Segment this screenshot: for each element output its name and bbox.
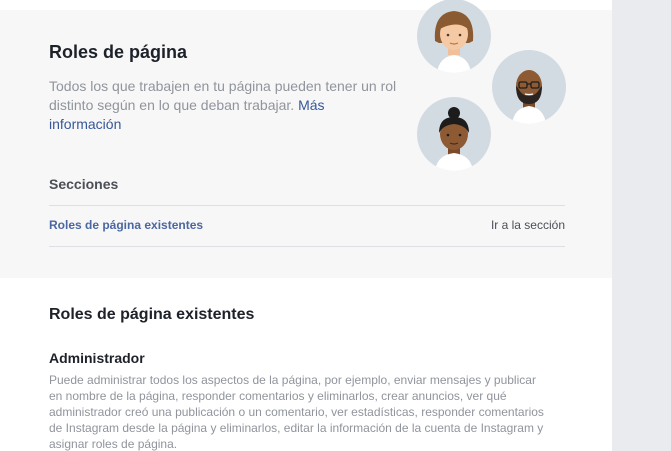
role-description-admin: Puede administrar todos los aspectos de … <box>49 373 544 451</box>
person-woman-icon <box>417 0 491 73</box>
existing-roles-title: Roles de página existentes <box>49 306 255 323</box>
divider <box>49 246 565 247</box>
divider <box>49 205 565 206</box>
section-link-existing-roles[interactable]: Roles de página existentes <box>49 218 203 232</box>
intro-description: Todos los que trabajen en tu página pued… <box>49 77 399 134</box>
sections-heading: Secciones <box>49 176 119 192</box>
person-woman-bun-icon <box>417 97 491 171</box>
person-bearded-man-icon <box>492 50 566 124</box>
go-to-section-link[interactable]: Ir a la sección <box>491 218 565 232</box>
intro-description-text: Todos los que trabajen en tu página pued… <box>49 78 397 113</box>
page-title: Roles de página <box>49 42 188 62</box>
role-name-admin: Administrador <box>49 350 145 366</box>
page-roles-panel: Roles de página Todos los que trabajen e… <box>0 0 612 451</box>
